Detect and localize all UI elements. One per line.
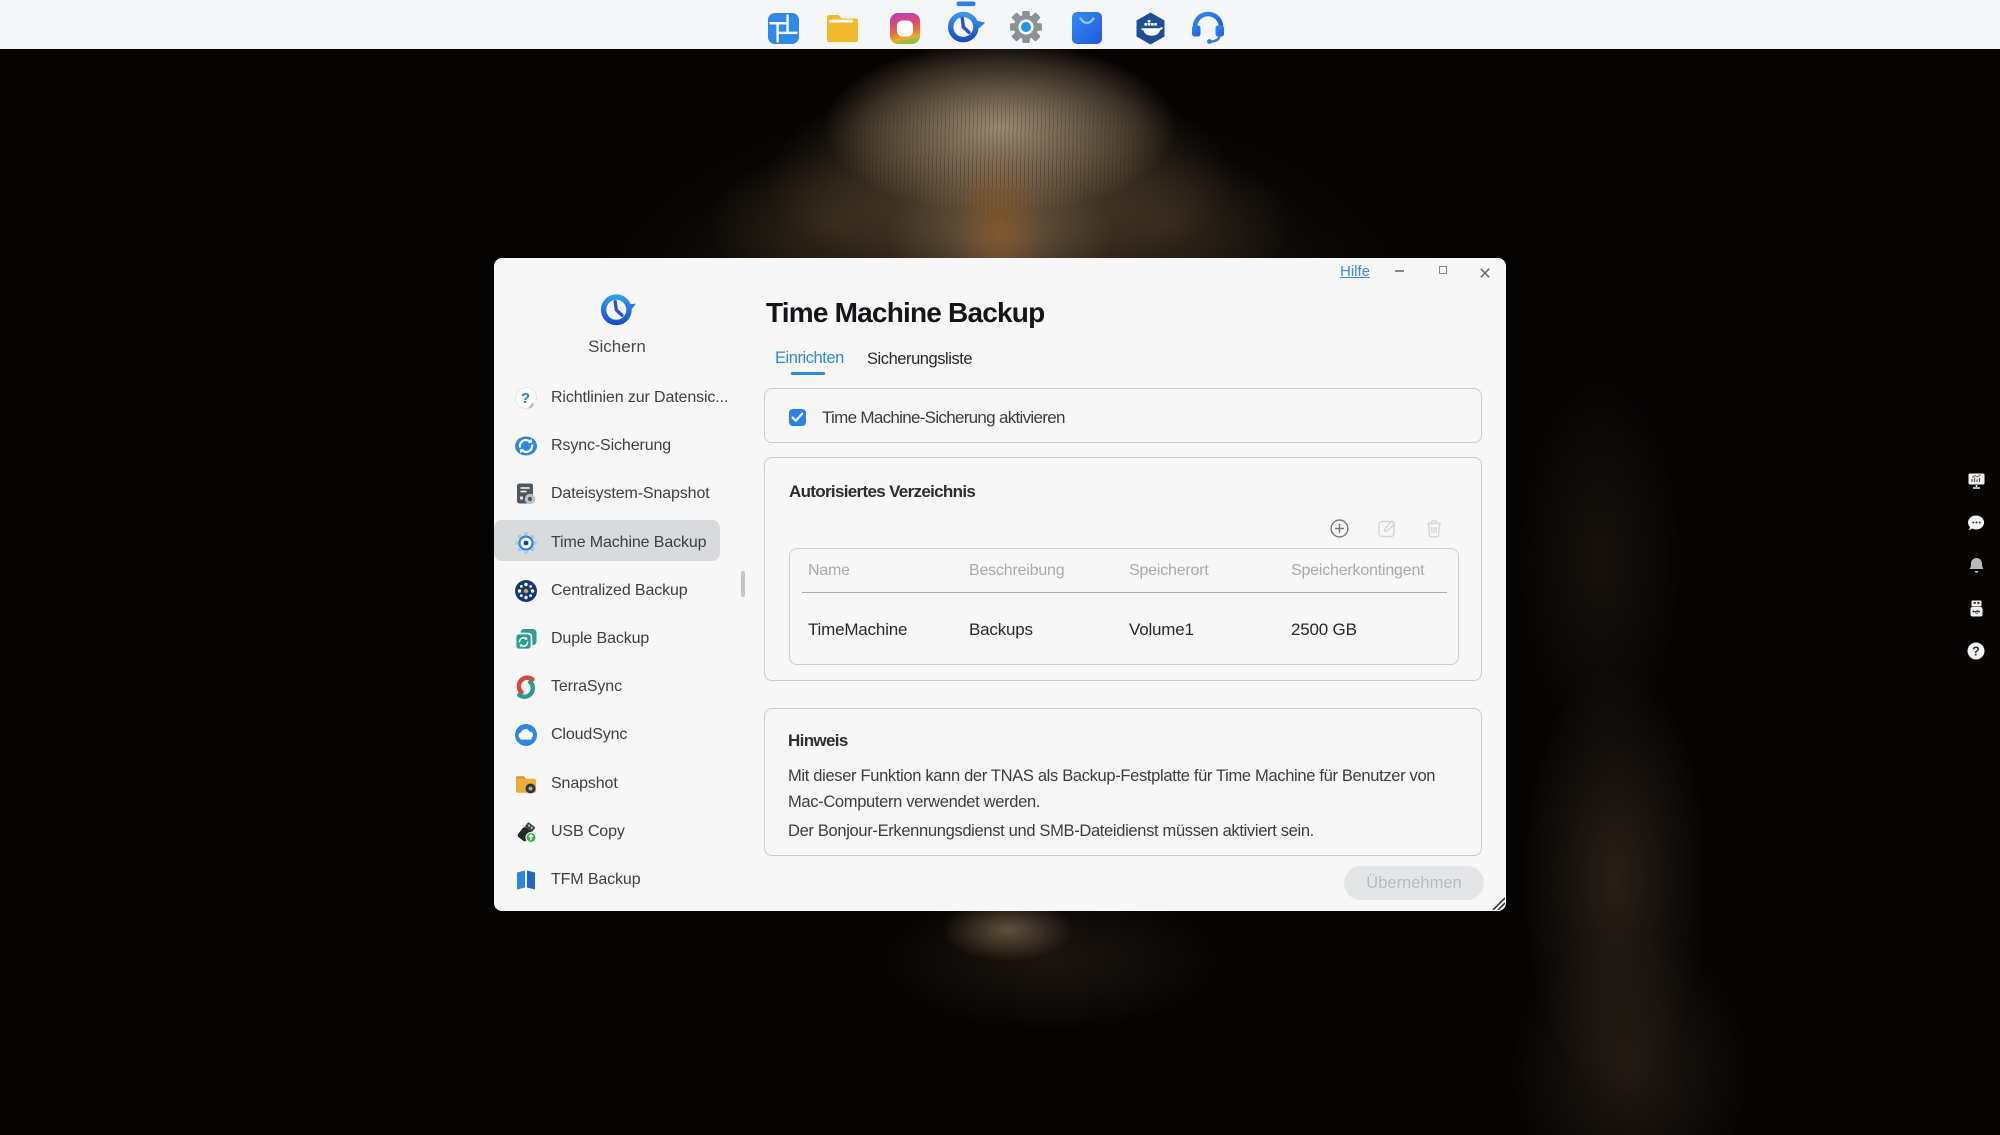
svg-text:?: ? — [521, 390, 530, 407]
svg-text:?: ? — [1972, 644, 1980, 658]
